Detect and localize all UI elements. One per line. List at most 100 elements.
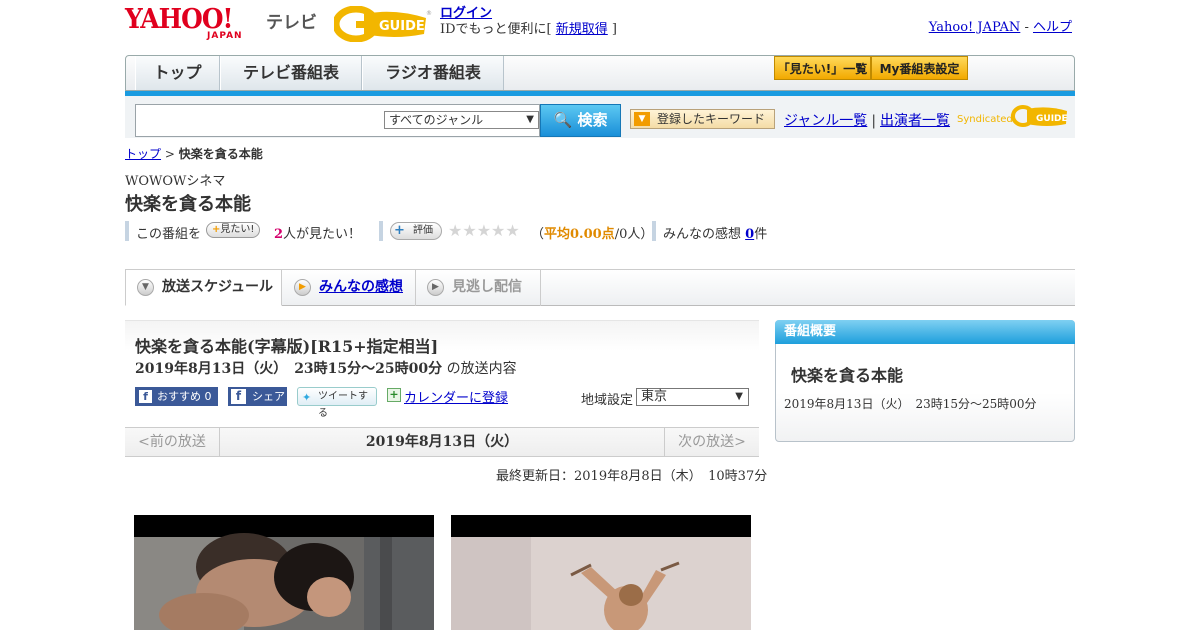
last-updated: 最終更新日：2019年8月8日（木） 10時37分 — [496, 469, 768, 484]
facebook-icon: f — [139, 390, 152, 403]
svg-text:GUIDE: GUIDE — [379, 19, 425, 34]
mitai-suffix: 人が見たい！ — [283, 227, 362, 242]
program-summary-title: 快楽を貪る本能 — [791, 366, 904, 385]
tab-reviews-label[interactable]: みんなの感想 — [319, 279, 403, 295]
mitai-button[interactable]: +見たい! — [206, 222, 261, 238]
page-title: 快楽を貪る本能 — [125, 194, 251, 215]
facebook-recommend-button[interactable]: f おすすめ 0 — [135, 387, 218, 406]
registered-keyword-label: 登録したキーワード — [657, 112, 766, 126]
nav-tab-radio-schedule[interactable]: ラジオ番組表 — [362, 56, 504, 90]
calendar-plus-icon: + — [387, 388, 401, 402]
broadcast-date-time: 2019年8月13日（火） 23時15分～25時00分 — [135, 361, 443, 377]
genre-select[interactable]: すべてのジャンル ▼ — [384, 111, 539, 129]
mitai-button-label: 見たい! — [220, 224, 255, 235]
header-separator: - — [1020, 20, 1033, 35]
mitai-prefix: この番組を — [136, 227, 202, 242]
facebook-recommend-label: おすすめ 0 — [157, 390, 212, 403]
tweet-button[interactable]: ✦ ツイートする — [297, 387, 377, 419]
yahoo-logo-subtext: JAPAN — [207, 31, 243, 41]
avg-open: （ — [531, 227, 545, 242]
chevron-right-icon: ▶ — [294, 279, 311, 296]
breadcrumb-top-link[interactable]: トップ — [125, 147, 161, 161]
cast-list-link[interactable]: 出演者一覧 — [880, 113, 950, 129]
mitai-list-button[interactable]: 「見たい!」一覧 — [774, 56, 871, 80]
search-icon: 🔍 — [553, 111, 573, 129]
facebook-share-button[interactable]: f シェア — [228, 387, 287, 406]
nav-tab-tv-schedule[interactable]: テレビ番組表 — [220, 56, 362, 90]
genre-selected-value: すべてのジャンル — [389, 113, 484, 127]
help-link[interactable]: ヘルプ — [1033, 20, 1072, 35]
reviews-suffix: 件 — [754, 227, 768, 242]
program-summary-time: 2019年8月13日（火） 23時15分～25時00分 — [784, 397, 1037, 411]
dropdown-arrow-icon: ▼ — [735, 391, 743, 402]
main-navbar: トップ テレビ番組表 ラジオ番組表 「見たい!」一覧 My番組表設定 — [125, 55, 1075, 91]
login-area: ログイン IDでもっと便利に[ 新規取得 ] — [440, 6, 617, 38]
current-broadcast-date: 2019年8月13日（火） — [365, 434, 519, 450]
signup-line: IDでもっと便利に[ 新規取得 ] — [440, 22, 617, 38]
signup-link[interactable]: 新規取得 — [556, 22, 608, 37]
gguide-logo-icon: GUIDE ® — [332, 5, 432, 43]
facebook-share-label: シェア — [252, 390, 285, 403]
calendar-register[interactable]: + カレンダーに登録 — [387, 387, 508, 406]
search-button-label: 検索 — [577, 111, 608, 129]
avg-value: 平均0.00点 — [544, 227, 615, 242]
plus-icon: + — [394, 223, 405, 238]
previous-broadcast-button: <前の放送 — [125, 428, 220, 456]
program-still-image[interactable] — [134, 515, 434, 630]
next-broadcast-button: 次の放送> — [664, 428, 759, 456]
search-links: ジャンル一覧 | 出演者一覧 — [784, 110, 950, 130]
breadcrumb-separator: > — [161, 147, 179, 161]
svg-text:GUIDE: GUIDE — [1036, 114, 1068, 124]
yahoo-japan-link[interactable]: Yahoo! JAPAN — [929, 20, 1021, 35]
broadcast-time-suffix: の放送内容 — [442, 361, 517, 377]
region-selected-value: 東京 — [641, 389, 668, 404]
tab-missed-label: 見逃し配信 — [452, 279, 522, 295]
dropdown-arrow-icon: ▼ — [526, 114, 534, 125]
stat-divider — [379, 221, 383, 241]
rating-average: （平均0.00点/0人） — [531, 223, 653, 242]
calendar-register-link[interactable]: カレンダーに登録 — [404, 391, 508, 406]
breadcrumb: トップ > 快楽を貪る本能 — [125, 145, 263, 162]
rating-stars: ★★★★★ — [448, 221, 520, 240]
stat-divider — [125, 221, 129, 241]
region-label: 地域設定 — [581, 393, 634, 408]
signup-prefix: IDでもっと便利に[ — [440, 22, 556, 37]
reviews-label: みんなの感想 — [663, 227, 742, 242]
yahoo-logo-text: YAHOO! — [125, 4, 233, 35]
avg-people: /0人） — [614, 227, 654, 242]
facebook-icon: f — [231, 389, 246, 404]
channel-name: WOWOWシネマ — [125, 174, 226, 189]
svg-text:®: ® — [426, 10, 432, 17]
my-schedule-button[interactable]: My番組表設定 — [871, 56, 968, 80]
syndicated-label: Syndicated — [957, 114, 1013, 125]
tab-schedule-label: 放送スケジュール — [162, 279, 274, 295]
program-stats: この番組を +見たい! 2人が見たい！ + 評価 ★★★★★ （平均0.00点/0… — [125, 221, 825, 242]
mitai-count: 2 — [274, 227, 284, 242]
yahoo-japan-logo[interactable]: YAHOO! JAPAN — [125, 6, 263, 42]
program-still-image[interactable] — [451, 515, 751, 630]
breadcrumb-current: 快楽を貪る本能 — [178, 147, 263, 161]
nav-tab-top[interactable]: トップ — [135, 56, 220, 90]
rating-button-label: 評価 — [413, 225, 433, 236]
twitter-bird-icon: ✦ — [302, 391, 312, 404]
reviews-count-text: みんなの感想 0件 — [663, 223, 767, 242]
tab-schedule[interactable]: ▼ 放送スケジュール — [125, 270, 282, 306]
reviews-count-link[interactable]: 0 — [745, 227, 754, 242]
tv-label: テレビ — [266, 13, 317, 33]
region-select[interactable]: 東京 ▼ — [636, 388, 749, 406]
registered-keyword-button[interactable]: ▼ 登録したキーワード — [630, 109, 775, 129]
login-link[interactable]: ログイン — [440, 6, 492, 21]
gguide-logo[interactable]: GUIDE ® — [332, 5, 432, 43]
header-links: Yahoo! JAPAN - ヘルプ — [929, 16, 1072, 35]
triangle-down-icon: ▼ — [634, 112, 650, 126]
tab-missed: ▶ 見逃し配信 — [416, 270, 541, 306]
chevron-right-icon: ▶ — [427, 279, 444, 296]
genre-list-link[interactable]: ジャンル一覧 — [784, 113, 867, 129]
tab-reviews[interactable]: ▶ みんなの感想 — [283, 270, 416, 306]
signup-suffix: ] — [607, 22, 617, 37]
rating-button[interactable]: + 評価 — [390, 222, 442, 240]
stat-divider — [652, 221, 656, 241]
chevron-down-icon: ▼ — [137, 279, 154, 296]
mitai-count-text: 2人が見たい！ — [274, 223, 361, 242]
search-button[interactable]: 🔍 検索 — [540, 104, 621, 137]
